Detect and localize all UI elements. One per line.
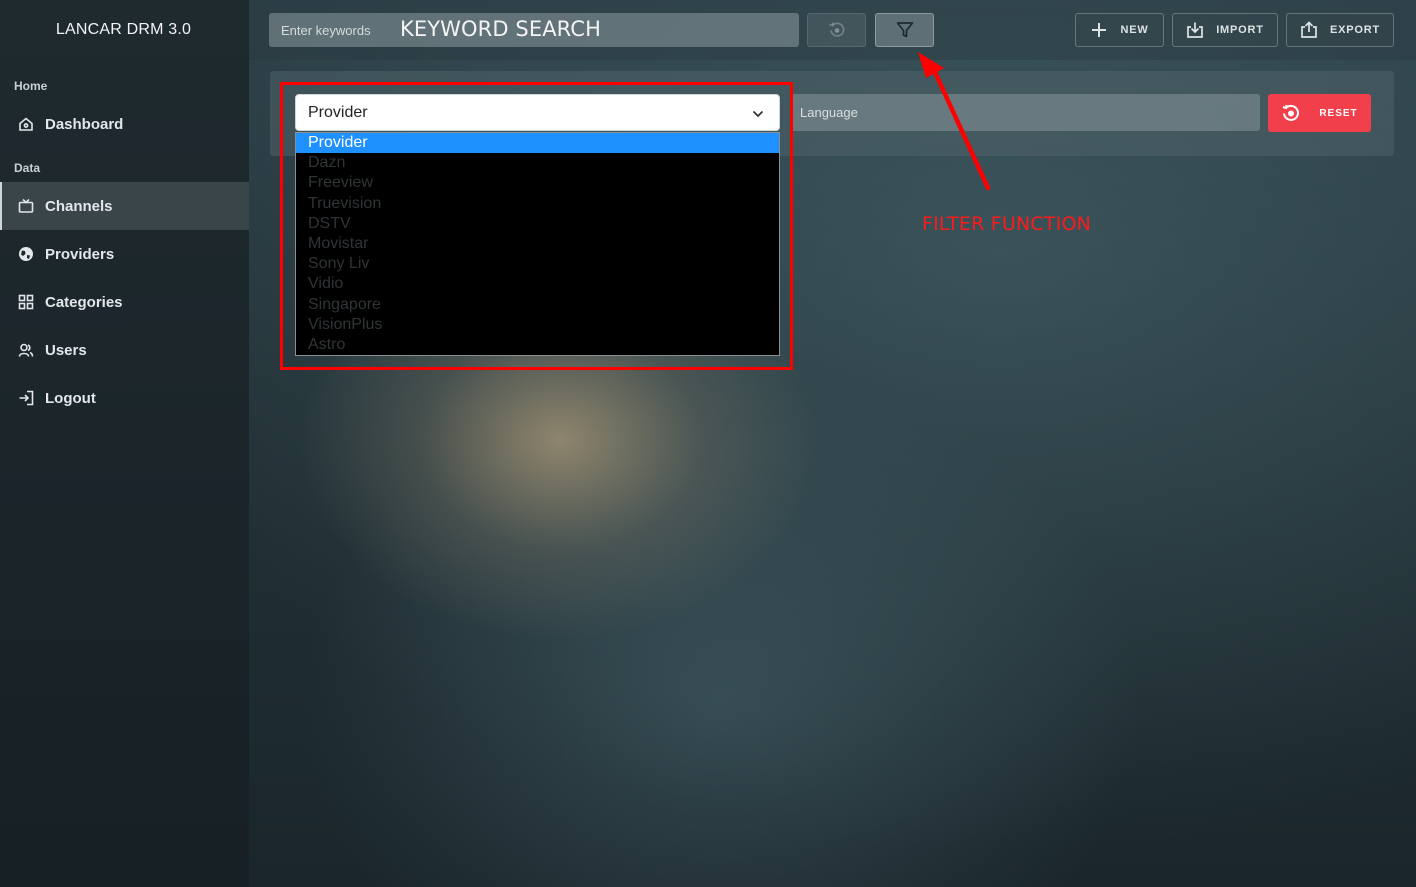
dropdown-option[interactable]: DSTV [296,214,779,234]
dropdown-option[interactable]: Sony Liv [296,254,779,274]
plus-icon [1090,21,1120,39]
sidebar-item-providers[interactable]: Providers [0,230,249,278]
sidebar-item-logout[interactable]: Logout [0,374,249,422]
tv-icon [18,198,34,214]
dropdown-option[interactable]: Truevision [296,194,779,214]
filter-icon [896,21,914,39]
provider-dropdown-list: Provider Dazn Freeview Truevision DSTV M… [295,132,780,356]
dropdown-option[interactable]: VisionPlus [296,315,779,335]
new-button[interactable]: NEW [1075,13,1164,47]
dropdown-option[interactable]: Vidio [296,274,779,294]
new-button-label: NEW [1120,24,1149,36]
logout-icon [18,390,34,406]
language-input[interactable] [790,94,1260,131]
home-icon [18,116,34,132]
users-icon [18,342,34,358]
sidebar-item-label: Categories [45,293,123,311]
sidebar-section-data: Data [14,161,41,175]
dropdown-option[interactable]: Dazn [296,153,779,173]
sidebar: LANCAR DRM 3.0 Home Dashboard Data Chann… [0,0,249,887]
dropdown-option[interactable]: Freeview [296,173,779,193]
import-icon [1186,21,1216,39]
sidebar-item-label: Channels [45,197,113,215]
export-icon [1300,21,1330,39]
export-button-label: EXPORT [1329,24,1381,36]
provider-select[interactable]: Provider [295,94,780,131]
sidebar-item-label: Providers [45,245,115,263]
app-title: LANCAR DRM 3.0 [55,21,192,38]
refresh-button[interactable] [807,13,866,47]
grid-icon [18,294,34,310]
provider-select-value: Provider [308,103,368,121]
import-button[interactable]: IMPORT [1172,13,1278,47]
dropdown-option[interactable]: Singapore [296,295,779,315]
sidebar-item-categories[interactable]: Categories [0,278,249,326]
annotation-filter-function: FILTER FUNCTION [922,213,1092,235]
import-button-label: IMPORT [1216,24,1264,36]
export-button[interactable]: EXPORT [1286,13,1394,47]
reset-button[interactable]: RESET [1268,94,1371,132]
reset-icon [1281,103,1319,123]
refresh-icon [828,21,846,39]
sidebar-item-dashboard[interactable]: Dashboard [0,100,249,148]
filter-button[interactable] [875,13,934,47]
chevron-down-icon [751,107,765,121]
sidebar-item-channels[interactable]: Channels [0,182,249,230]
sidebar-item-label: Users [45,341,87,359]
sidebar-item-label: Logout [45,389,96,407]
globe-icon [18,246,34,262]
sidebar-item-label: Dashboard [45,115,124,133]
reset-button-label: RESET [1319,107,1358,119]
dropdown-option[interactable]: Provider [296,133,779,154]
annotation-keyword-search: KEYWORD SEARCH [400,17,601,41]
sidebar-item-users[interactable]: Users [0,326,249,374]
dropdown-option[interactable]: Astro [296,335,779,355]
sidebar-section-home: Home [14,79,48,93]
dropdown-option[interactable]: Movistar [296,234,779,254]
